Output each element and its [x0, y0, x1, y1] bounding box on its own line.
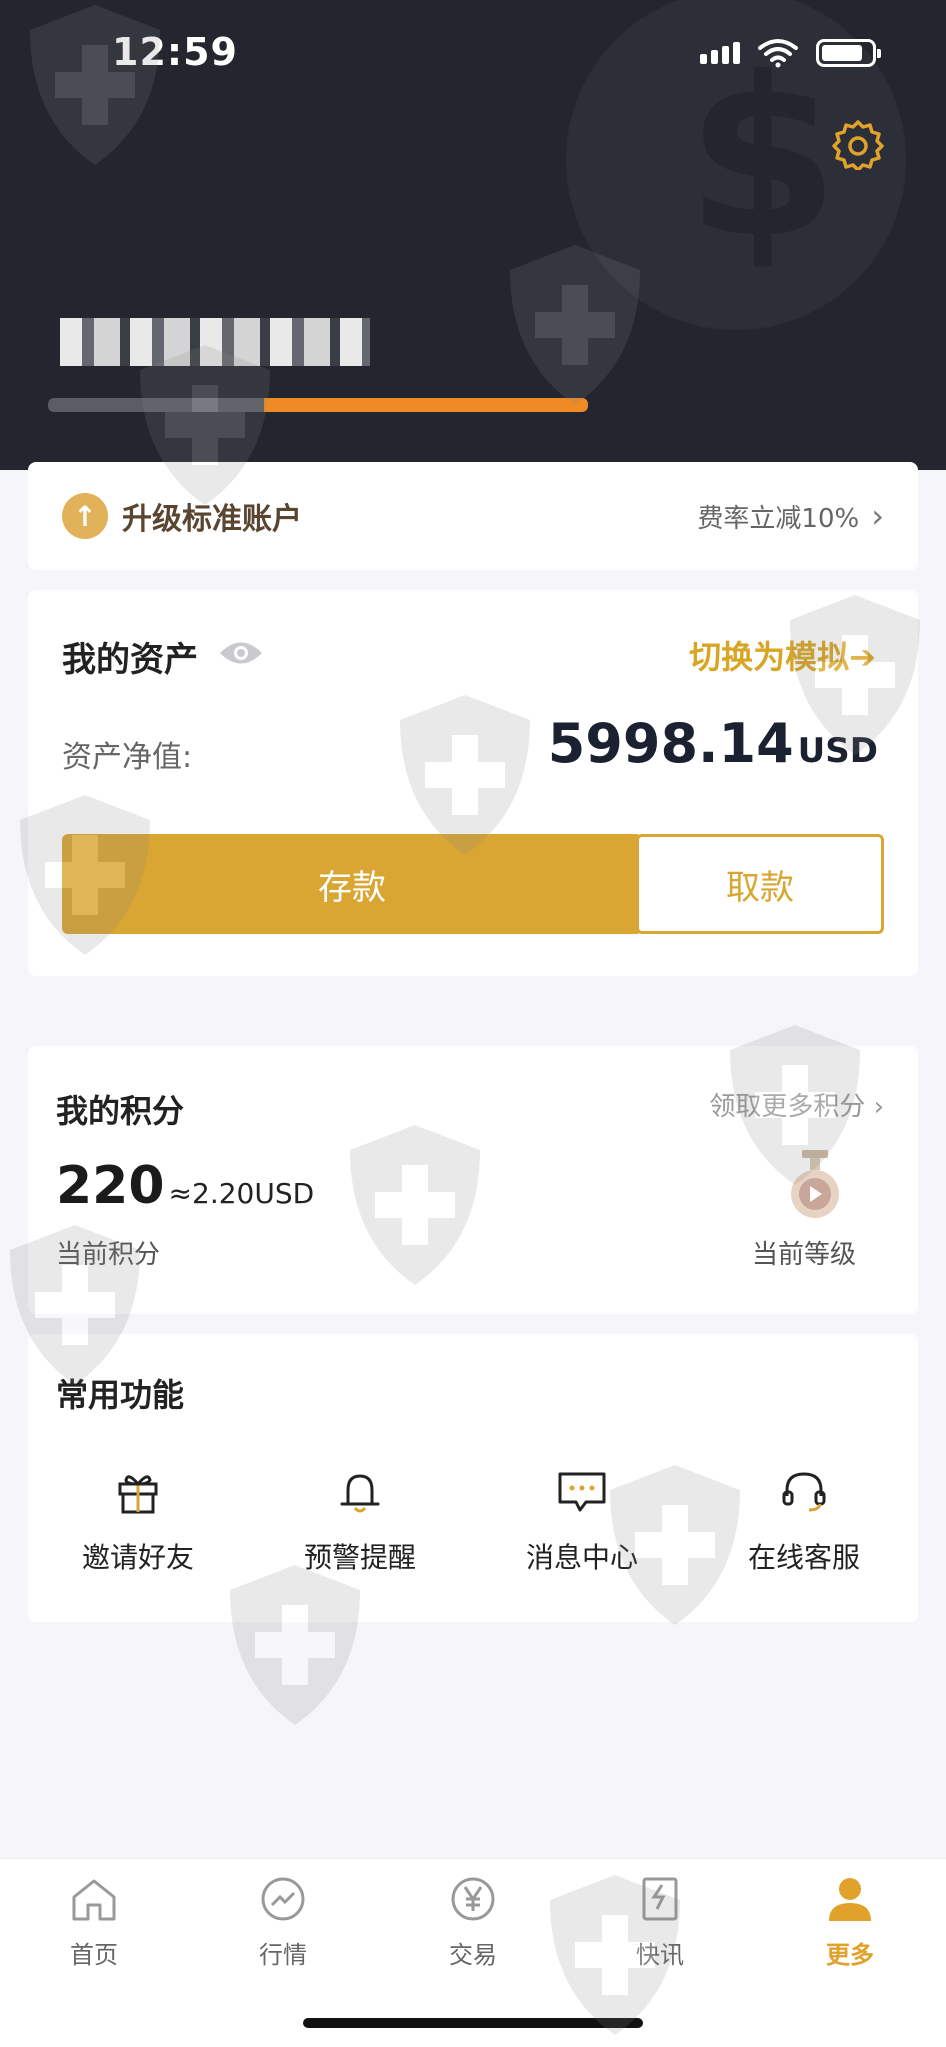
tab-market-label: 行情: [259, 1941, 307, 1969]
alert-reminder-label: 预警提醒: [303, 1541, 416, 1574]
eye-icon[interactable]: [218, 638, 264, 668]
gift-icon: [118, 1475, 158, 1514]
points-title: 我的积分: [56, 1092, 185, 1130]
home-icon: [72, 1879, 116, 1921]
tab-more-label: 更多: [826, 1941, 874, 1969]
alert-reminder-item[interactable]: 预警提醒: [260, 1468, 460, 1576]
current-level-label: 当前等级: [752, 1240, 857, 1270]
invite-friends-label: 邀请好友: [81, 1541, 194, 1574]
deposit-button[interactable]: 存款: [62, 834, 642, 934]
person-icon: [829, 1878, 871, 1921]
tab-more[interactable]: 更多: [780, 1875, 920, 1970]
common-functions-card: 常用功能 邀请好友 预警提醒 消息中心 在线客服: [28, 1334, 918, 1622]
message-center-item[interactable]: 消息中心: [482, 1468, 682, 1576]
tab-news-label: 快讯: [636, 1941, 684, 1969]
battery-icon: [816, 39, 881, 67]
signal-icon: [700, 42, 740, 64]
tab-trade-label: 交易: [449, 1941, 497, 1969]
assets-title: 我的资产: [62, 640, 198, 680]
get-more-points-link[interactable]: 领取更多积分 ›: [709, 1086, 884, 1123]
tab-home-label: 首页: [70, 1941, 118, 1969]
profile-header: 12:59: [0, 0, 946, 470]
settings-gear-icon[interactable]: [832, 118, 884, 170]
headset-icon: [782, 1472, 826, 1512]
points-value: 220 ≈2.20USD: [56, 1156, 314, 1216]
upgrade-account-banner[interactable]: ↑ 升级标准账户 费率立减10% ›: [28, 462, 918, 570]
username-redacted: [60, 318, 370, 366]
tab-news[interactable]: 快讯: [590, 1875, 730, 1970]
net-value: 5998.14 USD: [548, 712, 878, 775]
upgrade-arrow-icon: ↑: [62, 493, 108, 539]
upgrade-offer: 费率立减10%: [697, 503, 860, 534]
yen-icon: [451, 1877, 495, 1921]
home-indicator: [303, 2018, 643, 2028]
status-time: 12:59: [112, 30, 238, 74]
get-more-points-label: 领取更多积分: [709, 1092, 866, 1122]
points-amount: 220: [56, 1156, 165, 1216]
my-assets-card: 我的资产 切换为模拟➔ 资产净值: 5998.14 USD 存款 取款: [28, 590, 918, 976]
current-points-label: 当前积分: [56, 1240, 161, 1270]
functions-title: 常用功能: [56, 1376, 185, 1414]
online-support-label: 在线客服: [747, 1541, 860, 1574]
level-medal-icon[interactable]: [788, 1150, 842, 1222]
tab-market[interactable]: 行情: [213, 1875, 353, 1970]
chevron-right-icon: ›: [871, 497, 884, 535]
points-usd-approx: ≈2.20USD: [168, 1177, 315, 1210]
market-icon: [261, 1877, 305, 1921]
net-value-label: 资产净值:: [62, 740, 193, 775]
net-value-currency: USD: [797, 731, 878, 771]
status-icons: [700, 38, 881, 68]
tab-trade[interactable]: 交易: [403, 1875, 543, 1970]
net-value-amount: 5998.14: [547, 712, 794, 775]
online-support-item[interactable]: 在线客服: [704, 1468, 904, 1576]
switch-to-demo-link[interactable]: 切换为模拟➔: [689, 632, 876, 678]
withdraw-button[interactable]: 取款: [636, 834, 884, 934]
bell-icon: [340, 1474, 380, 1513]
chevron-right-icon: ›: [873, 1092, 884, 1122]
upgrade-title: 升级标准账户: [122, 502, 302, 537]
account-id-redacted: [48, 398, 588, 412]
news-icon: [642, 1877, 678, 1921]
wifi-icon: [758, 39, 798, 68]
tab-home[interactable]: 首页: [24, 1875, 164, 1970]
message-icon: [558, 1472, 606, 1512]
message-center-label: 消息中心: [525, 1541, 638, 1574]
my-points-card: 我的积分 领取更多积分 › 220 ≈2.20USD 当前积分 当前等级: [28, 1046, 918, 1314]
invite-friends-item[interactable]: 邀请好友: [38, 1468, 238, 1576]
